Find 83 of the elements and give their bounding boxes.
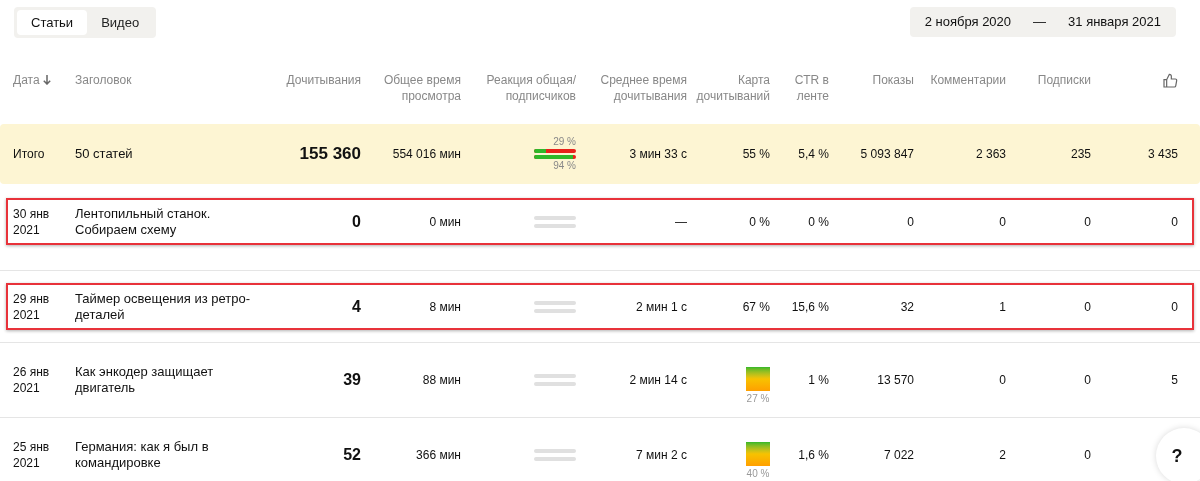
read-map-icon — [746, 367, 770, 391]
column-header[interactable]: Комментарии — [930, 72, 1006, 124]
table-cell: 1 % — [808, 373, 829, 387]
column-header[interactable]: Карта дочитываний — [688, 72, 770, 124]
table-cell: 2 мин 1 с — [636, 299, 687, 314]
column-header[interactable]: Показы — [872, 72, 914, 124]
table-cell: 15,6 % — [791, 299, 829, 314]
table-cell: 0 — [1084, 214, 1091, 229]
table-cell: 2 мин 14 с — [629, 373, 687, 387]
read-map-icon — [746, 442, 770, 466]
table-cell: 0 % — [808, 214, 829, 229]
table-cell: 67 % — [742, 299, 770, 314]
empty-reaction-icon — [534, 300, 576, 313]
start-date: 2 ноября 2020 — [924, 13, 1012, 32]
table-cell-text: Германия: как я был в командировке — [75, 439, 210, 471]
table-cell-text: Как энкодер защищает двигатель — [75, 364, 215, 396]
table-cell-text: 30 янв 2021 — [13, 205, 51, 238]
table-cell: — — [675, 214, 687, 229]
table-cell: 88 мин — [422, 373, 461, 387]
table-cell: 235 — [1070, 147, 1091, 161]
table-cell: 554 016 мин — [392, 147, 461, 161]
column-header[interactable]: Общее время просмотра — [381, 72, 461, 124]
reaction-value: 29 % — [553, 136, 576, 148]
date-range-picker[interactable]: 2 ноября 2020 — 31 января 2021 — [909, 7, 1176, 37]
end-date: 31 января 2021 — [1068, 13, 1161, 32]
table-cell: 13 570 — [877, 373, 914, 387]
empty-reaction-icon — [534, 449, 576, 461]
table-cell-text: Таймер освещения из ретро-деталей — [75, 290, 252, 323]
tab[interactable]: Статьи — [17, 10, 88, 35]
table-cell: 0 — [999, 373, 1006, 387]
table-cell: 39 — [343, 372, 361, 388]
help-button[interactable]: ? — [1156, 428, 1200, 481]
table-cell: 7 022 — [883, 448, 914, 462]
table-cell: 5 093 847 — [860, 147, 914, 161]
reaction-bar — [534, 155, 576, 159]
table-cell: 366 мин — [416, 448, 461, 462]
table-cell: 0 % — [749, 214, 770, 229]
table-cell: 5 — [1171, 373, 1178, 387]
column-header[interactable]: Среднее время дочитывания — [577, 72, 687, 124]
table-cell: 8 мин — [429, 299, 461, 314]
table-cell: 32 — [900, 299, 914, 314]
table-cell: 2 — [999, 448, 1006, 462]
table-cell: 0 — [907, 214, 914, 229]
table-cell: 2 363 — [975, 147, 1006, 161]
table-cell: 0 — [352, 213, 361, 230]
table-cell-text: Итого — [13, 146, 46, 162]
column-header[interactable]: Заголовок — [75, 72, 280, 124]
empty-reaction-icon — [534, 215, 576, 228]
read-map-value: 40 % — [746, 468, 770, 480]
tab[interactable]: Видео — [87, 10, 154, 35]
table-cell: 0 — [1171, 299, 1178, 314]
table-cell-text: 50 статей — [75, 146, 134, 162]
column-header[interactable]: Реакция общая/ подписчиков — [466, 72, 576, 124]
thumbs-up-icon — [1162, 73, 1178, 89]
table-cell: 0 — [1084, 448, 1091, 462]
table-cell: 5,4 % — [798, 147, 829, 161]
table-cell: 0 — [1084, 299, 1091, 314]
table-cell: 7 мин 2 с — [636, 448, 687, 462]
empty-reaction-icon — [534, 374, 576, 386]
column-header[interactable]: Дата — [13, 72, 75, 124]
table-cell-text: 29 янв 2021 — [13, 290, 51, 323]
table-cell: 0 — [999, 214, 1006, 229]
table-cell: 4 — [352, 298, 361, 315]
table-cell: 1,6 % — [798, 448, 829, 462]
read-map-value: 27 % — [746, 393, 770, 405]
table-cell: 0 — [1084, 373, 1091, 387]
column-header[interactable]: Подписки — [1037, 72, 1091, 124]
column-header[interactable]: CTR в ленте — [770, 72, 829, 124]
reaction-bar — [534, 149, 576, 153]
table-cell: 3 мин 33 с — [629, 147, 687, 161]
table-cell: 55 % — [742, 147, 770, 161]
table-cell-text: 25 янв 2021 — [13, 439, 51, 471]
range-separator: — — [1033, 13, 1047, 32]
table-cell: 155 360 — [299, 146, 361, 162]
table-cell-text: 26 янв 2021 — [13, 364, 51, 396]
table-cell-text: Лентопильный станок. Собираем схему — [75, 205, 212, 238]
table-cell: 0 — [1171, 214, 1178, 229]
table-cell: 3 435 — [1147, 147, 1178, 161]
table-cell: 0 мин — [429, 214, 461, 229]
reaction-value: 94 % — [553, 160, 576, 172]
table-cell: 52 — [343, 447, 361, 463]
table-cell: 1 — [999, 299, 1006, 314]
column-header[interactable]: Дочитывания — [286, 72, 361, 124]
